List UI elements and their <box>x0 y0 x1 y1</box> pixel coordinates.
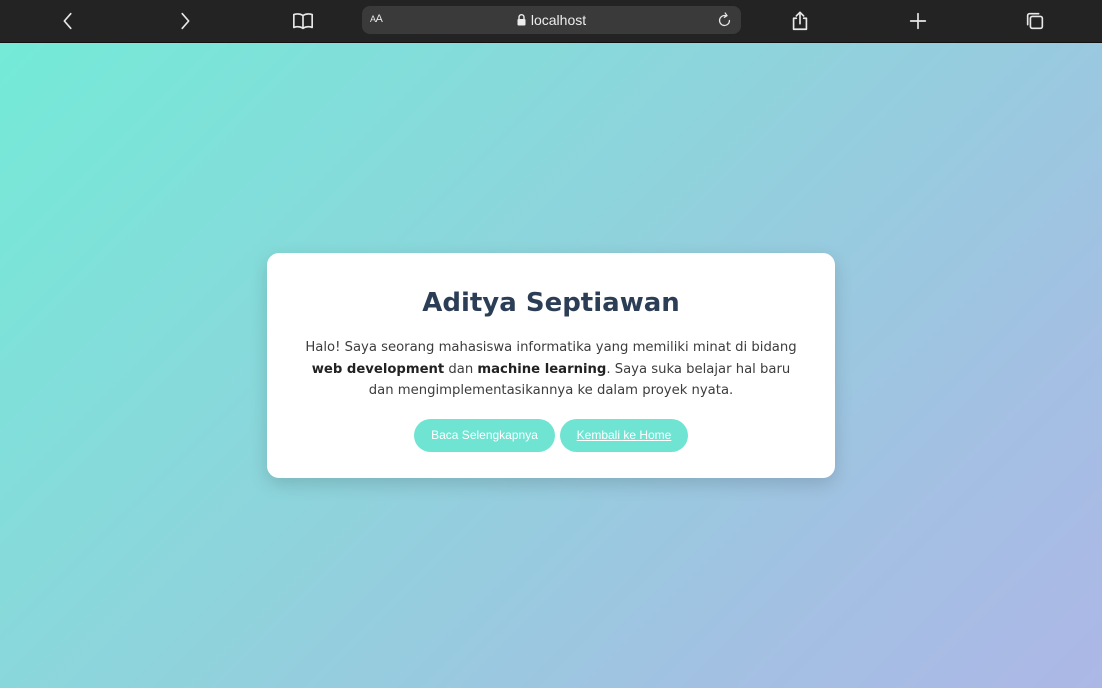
bookmarks-icon[interactable] <box>287 6 319 36</box>
back-icon[interactable] <box>52 6 84 36</box>
forward-icon[interactable] <box>169 6 201 36</box>
lock-icon <box>517 14 526 26</box>
url-display[interactable]: localhost <box>362 12 741 28</box>
profile-name: Aditya Septiawan <box>422 288 680 318</box>
back-home-button[interactable]: Kembali ke Home <box>560 418 688 452</box>
card-actions: Baca Selengkapnya Kembali ke Home <box>267 418 835 452</box>
new-tab-icon[interactable] <box>902 6 934 36</box>
share-icon[interactable] <box>784 6 816 36</box>
reload-icon[interactable] <box>713 9 735 31</box>
bio-highlight-web: web development <box>311 361 445 377</box>
bio-highlight-ml: machine learning <box>477 361 607 377</box>
browser-toolbar: AA localhost <box>0 0 1102 43</box>
profile-bio: Halo! Saya seorang mahasiswa informatika… <box>305 340 797 398</box>
page-viewport: Aditya Septiawan Halo! Saya seorang maha… <box>0 43 1102 688</box>
url-text: localhost <box>530 12 587 28</box>
read-more-button[interactable]: Baca Selengkapnya <box>414 418 555 452</box>
profile-card: Aditya Septiawan Halo! Saya seorang maha… <box>267 253 835 478</box>
tabs-overview-icon[interactable] <box>1019 6 1051 36</box>
address-bar[interactable]: AA localhost <box>362 6 741 34</box>
